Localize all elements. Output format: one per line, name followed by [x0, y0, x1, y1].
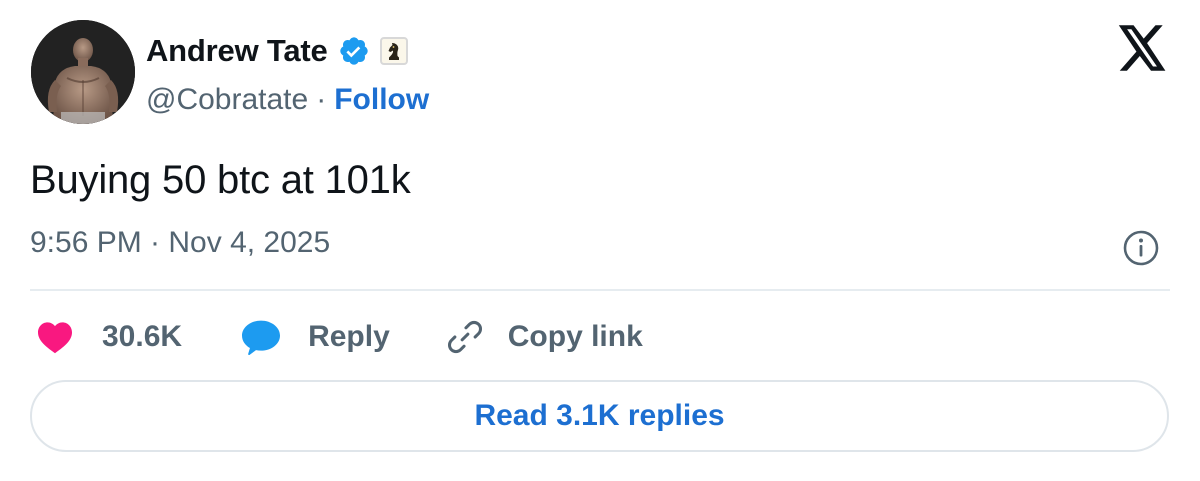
action-bar: 30.6K Reply Copy link — [36, 312, 643, 362]
reply-button[interactable]: Reply — [240, 318, 390, 356]
reply-label: Reply — [308, 320, 390, 353]
link-icon — [447, 320, 482, 354]
reply-bubble-icon — [242, 320, 281, 356]
tweet-timestamp[interactable]: 9:56 PM · Nov 4, 2025 — [30, 226, 330, 260]
handle-row: @Cobratate · Follow — [146, 80, 429, 120]
author-handle[interactable]: @Cobratate — [146, 83, 308, 117]
chess-knight-affiliate-icon[interactable] — [379, 37, 408, 65]
verified-badge-icon[interactable] — [338, 35, 370, 67]
x-logo-icon[interactable] — [1116, 24, 1168, 72]
separator-dot: · — [316, 83, 327, 116]
like-count: 30.6K — [102, 320, 183, 353]
tweet-embed-card: Andrew Tate @Cobratate · Follow Buying 5… — [0, 0, 1200, 481]
like-button[interactable]: 30.6K — [36, 320, 182, 354]
info-icon[interactable] — [1121, 228, 1161, 268]
avatar[interactable] — [31, 20, 135, 124]
heart-icon — [38, 322, 72, 354]
read-replies-button[interactable]: Read 3.1K replies — [30, 380, 1169, 452]
copy-link-label: Copy link — [507, 320, 643, 353]
follow-link[interactable]: Follow — [334, 83, 429, 117]
divider — [30, 289, 1170, 291]
tweet-text: Buying 50 btc at 101k — [30, 158, 411, 202]
author-name[interactable]: Andrew Tate — [146, 33, 328, 69]
author-name-row: Andrew Tate — [146, 30, 408, 72]
copy-link-button[interactable]: Copy link — [446, 318, 643, 356]
